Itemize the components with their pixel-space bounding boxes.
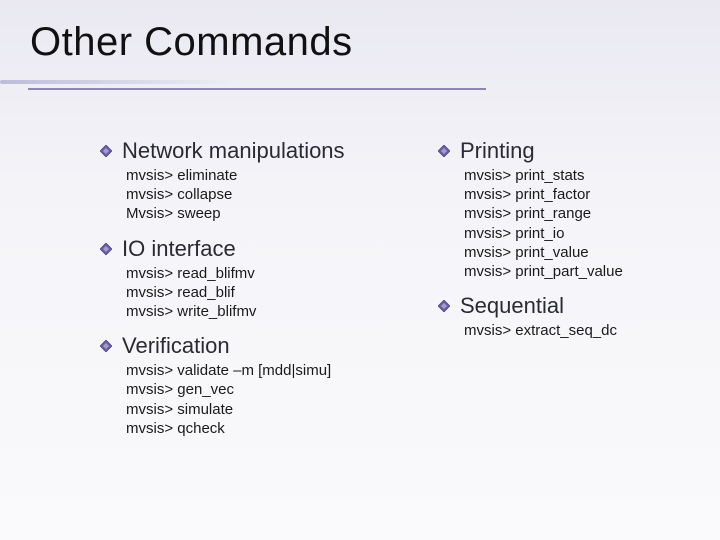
section-title: Verification <box>122 333 230 359</box>
section-io-interface: IO interface mvsis> read_blifmv mvsis> r… <box>100 236 400 322</box>
command-list: mvsis> extract_seq_dc <box>464 321 678 340</box>
command-line: mvsis> read_blifmv <box>126 264 400 283</box>
section-title: Network manipulations <box>122 138 345 164</box>
columns: Network manipulations mvsis> eliminate m… <box>100 138 692 450</box>
diamond-bullet-icon <box>100 340 112 352</box>
command-line: mvsis> print_stats <box>464 166 678 185</box>
command-line: mvsis> print_value <box>464 243 678 262</box>
section-verification: Verification mvsis> validate –m [mdd|sim… <box>100 333 400 438</box>
section-title: Printing <box>460 138 535 164</box>
section-printing: Printing mvsis> print_stats mvsis> print… <box>438 138 678 281</box>
command-list: mvsis> print_stats mvsis> print_factor m… <box>464 166 678 281</box>
section-network-manipulations: Network manipulations mvsis> eliminate m… <box>100 138 400 224</box>
command-list: mvsis> validate –m [mdd|simu] mvsis> gen… <box>126 361 400 438</box>
title-underline <box>28 88 486 90</box>
command-line: mvsis> validate –m [mdd|simu] <box>126 361 400 380</box>
command-line: mvsis> eliminate <box>126 166 400 185</box>
section-heading-row: Network manipulations <box>100 138 400 164</box>
command-line: mvsis> qcheck <box>126 419 400 438</box>
section-heading-row: Sequential <box>438 293 678 319</box>
section-heading-row: IO interface <box>100 236 400 262</box>
command-line: mvsis> print_part_value <box>464 262 678 281</box>
command-line: mvsis> write_blifmv <box>126 302 400 321</box>
section-title: IO interface <box>122 236 236 262</box>
slide: Other Commands Network manipulations mvs… <box>0 0 720 540</box>
title-shadow <box>0 80 230 84</box>
command-line: mvsis> collapse <box>126 185 400 204</box>
command-line: mvsis> simulate <box>126 400 400 419</box>
left-column: Network manipulations mvsis> eliminate m… <box>100 138 400 450</box>
command-line: mvsis> gen_vec <box>126 380 400 399</box>
command-list: mvsis> read_blifmv mvsis> read_blif mvsi… <box>126 264 400 322</box>
command-line: mvsis> print_io <box>464 224 678 243</box>
right-column: Printing mvsis> print_stats mvsis> print… <box>438 138 678 450</box>
section-heading-row: Printing <box>438 138 678 164</box>
command-line: mvsis> print_factor <box>464 185 678 204</box>
section-sequential: Sequential mvsis> extract_seq_dc <box>438 293 678 340</box>
section-title: Sequential <box>460 293 564 319</box>
diamond-bullet-icon <box>438 300 450 312</box>
diamond-bullet-icon <box>100 243 112 255</box>
command-line: mvsis> print_range <box>464 204 678 223</box>
diamond-bullet-icon <box>438 145 450 157</box>
command-line: Mvsis> sweep <box>126 204 400 223</box>
command-line: mvsis> extract_seq_dc <box>464 321 678 340</box>
slide-title: Other Commands <box>30 20 692 65</box>
diamond-bullet-icon <box>100 145 112 157</box>
section-heading-row: Verification <box>100 333 400 359</box>
command-line: mvsis> read_blif <box>126 283 400 302</box>
command-list: mvsis> eliminate mvsis> collapse Mvsis> … <box>126 166 400 224</box>
